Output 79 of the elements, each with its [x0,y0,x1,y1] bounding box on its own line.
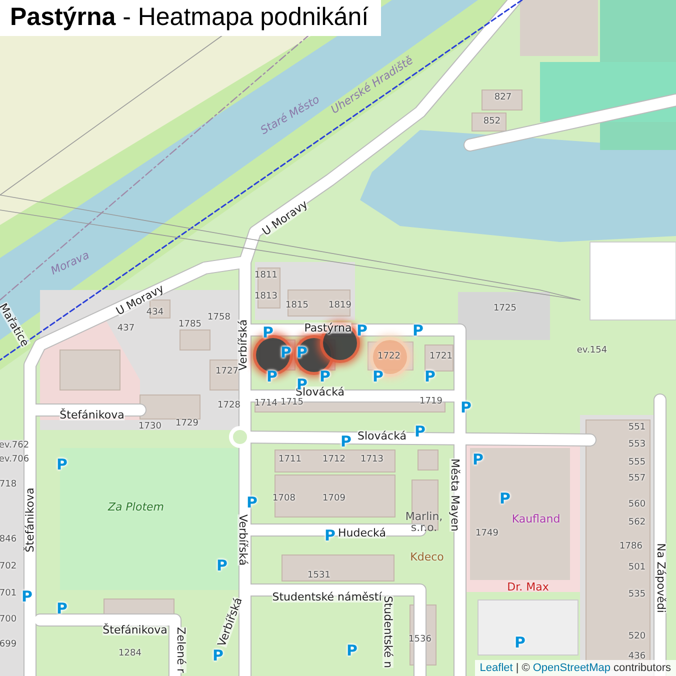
separator-text: | © [516,662,530,674]
house-number: 557 [628,474,646,484]
place-label: Za Plotem [108,502,164,512]
house-number: 553 [628,440,646,450]
house-number: 1714 [254,400,278,408]
house-number: 436 [628,652,646,662]
house-number: 1712 [322,456,346,464]
house-number: 1708 [272,494,296,504]
parking-marker: P [22,590,32,604]
parking-marker: P [460,400,472,416]
house-number: 1721 [430,352,452,362]
house-number: 702 [0,562,17,572]
house-number: 437 [117,324,135,334]
parking-marker: P [216,558,228,574]
house-number: 700 [0,616,17,624]
place-label: Kdeco [410,552,444,562]
parking-marker: P [414,424,426,440]
leaflet-link[interactable]: Leaflet [480,662,513,674]
house-number: 699 [0,640,17,650]
house-number: 1728 [218,402,240,410]
house-number: 562 [628,518,646,528]
map-title: Pastýrna - Heatmapa podnikání [0,0,381,36]
place-label: Kaufland [512,514,560,524]
house-number: 560 [628,500,646,510]
house-number: 1709 [322,494,346,504]
house-number: 1722 [378,352,400,362]
parking-marker: P [340,434,352,450]
house-number: 852 [483,118,501,126]
parking-marker: P [262,326,274,340]
place-label: Dr. Max [507,582,549,592]
parking-marker: P [246,496,258,510]
house-number: 555 [628,458,646,468]
house-number: 1786 [620,542,642,552]
parking-marker: P [514,636,526,650]
parking-marker: P [266,370,278,384]
house-number: 1719 [420,398,442,406]
house-number: 1730 [138,422,162,432]
house-number: 1727 [216,368,238,376]
house-number: 1713 [360,456,384,464]
house-number: 1815 [286,302,308,310]
house-number: 1811 [254,272,278,280]
parking-marker: P [320,370,330,384]
parking-marker: P [56,602,68,616]
house-number: 718 [0,480,17,490]
contributors-text: contributors [614,662,671,674]
parking-marker: P [324,528,336,544]
place-label: Marlin, s.r.o. [404,511,444,533]
house-number: 1725 [494,304,516,314]
house-number: 827 [494,94,512,102]
house-number: 520 [628,632,646,642]
parking-marker: P [412,324,424,338]
openstreetmap-link[interactable]: OpenStreetMap [532,662,611,674]
house-number: 1536 [408,636,432,644]
house-number: 1813 [254,292,278,302]
house-number: 434 [146,308,164,318]
house-number: 1758 [208,314,230,322]
house-number: 1711 [278,456,302,464]
house-number: ev.154 [576,346,608,356]
house-number: 846 [0,536,17,544]
parking-marker: P [500,492,510,506]
house-number: 535 [628,590,646,600]
parking-marker: P [212,648,224,664]
house-number: 1749 [476,530,498,538]
parking-marker: P [356,324,368,338]
parking-marker: P [372,370,384,384]
house-number: 701 [0,590,17,598]
house-number: 1531 [308,572,330,580]
house-number: 1729 [176,420,198,428]
house-number: 551 [628,424,646,432]
house-number: 1715 [280,398,304,408]
parking-marker: P [56,458,68,472]
house-number: 1284 [118,650,142,658]
parking-marker: P [296,346,308,360]
house-number: 1819 [328,302,352,310]
parking-marker: P [472,452,484,468]
parking-marker: P [346,644,358,658]
house-number: 1785 [178,320,202,330]
parking-marker: P [424,370,436,384]
house-number: 501 [628,564,646,572]
